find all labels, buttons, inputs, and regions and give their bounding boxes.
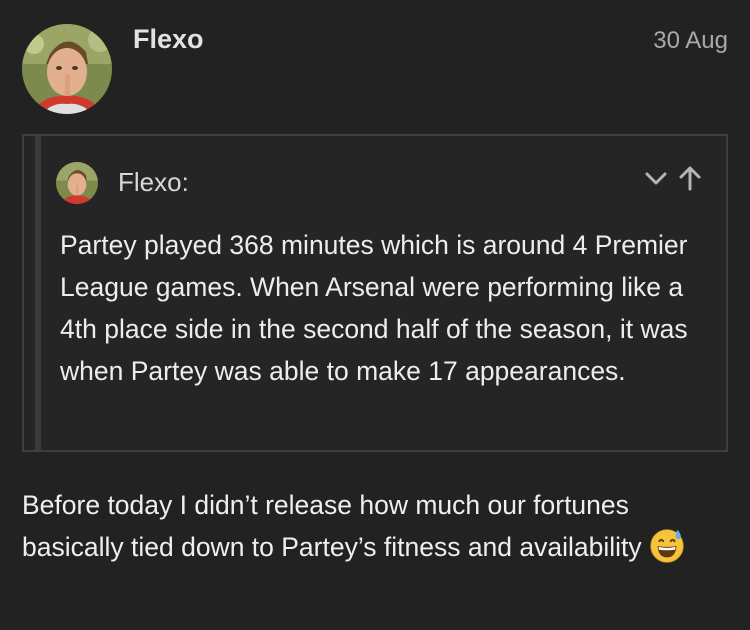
quote-author-avatar[interactable] [56,162,98,204]
quote-block: Flexo: Partey played 368 minutes which i… [22,134,728,452]
post-date[interactable]: 30 Aug [653,27,728,55]
quote-left-bar [35,136,41,450]
quote-text: Partey played 368 minutes which is aroun… [60,230,688,386]
user-avatar[interactable] [22,24,112,114]
arrow-up-icon[interactable] [676,164,704,192]
quote-controls [642,164,704,192]
chevron-down-icon[interactable] [642,164,670,192]
forum-post: Flexo 30 Aug Flexo: Partey played 368 mi… [0,0,750,630]
post-body: Before today I didn’t release how much o… [22,484,734,568]
grinning-face-with-sweat-emoji [650,529,684,563]
quote-author-name: Flexo: [118,167,189,197]
post-author-name[interactable]: Flexo [133,24,204,55]
post-body-text: Before today I didn’t release how much o… [22,490,642,562]
